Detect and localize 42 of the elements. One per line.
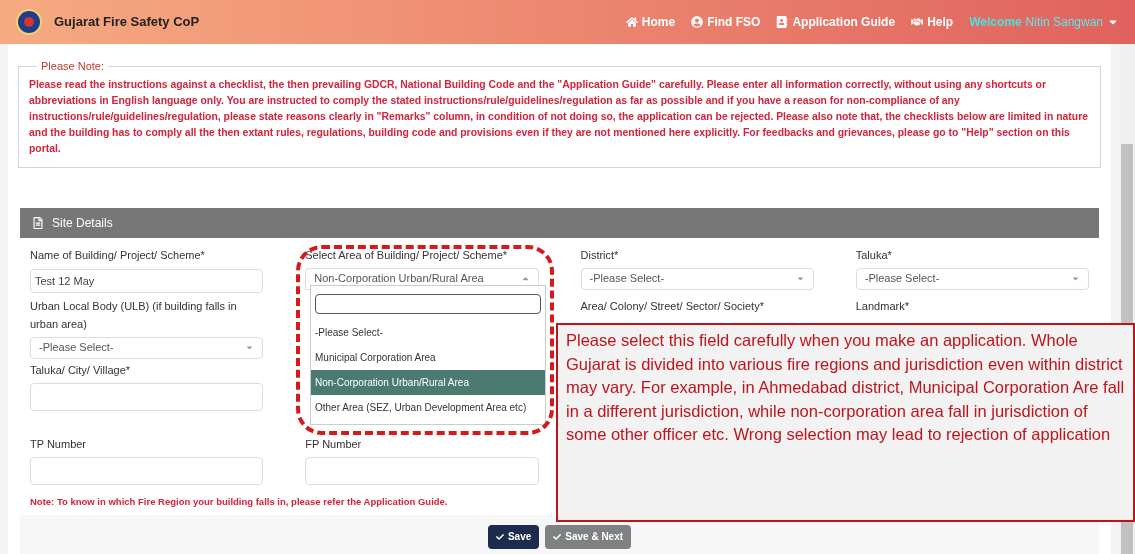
scrollbar-thumb[interactable] [1119, 522, 1135, 554]
field-label: Area/ Colony/ Street/ Sector/ Society* [580, 298, 765, 314]
field-label: Urban Local Body (ULB) (if building falls in urban area) [30, 298, 238, 332]
user-name: Nitin Sangwan [1025, 14, 1103, 31]
brand-title: Gujarat Fire Safety CoP [54, 13, 200, 32]
panel-title: Site Details [52, 214, 113, 232]
note-legend: Please Note: [37, 58, 108, 75]
dropdown-option[interactable]: Non-Corporation Urban/Rural Area [311, 370, 545, 395]
text-field[interactable] [305, 456, 539, 485]
logo-icon [16, 9, 42, 35]
select-field[interactable]: -Please Select- [580, 267, 814, 290]
search-field[interactable] [315, 294, 541, 314]
dropdown-option[interactable]: Other Area (SEZ, Urban Development Area etc) [311, 395, 545, 420]
save-button[interactable]: Save & Next [545, 524, 632, 549]
check-icon [495, 532, 504, 541]
text-field[interactable]: Test 12 May [30, 268, 264, 293]
save-button[interactable]: Save [487, 524, 540, 549]
caret-up-icon [520, 274, 530, 283]
field-label: Name of Building/ Project/ Scheme* [30, 247, 206, 263]
dropdown-option[interactable]: Municipal Corporation Area [311, 345, 545, 370]
home-icon [625, 16, 638, 28]
text-field[interactable] [30, 382, 264, 411]
caret-down-icon [1071, 274, 1080, 283]
callout-text: Please select this field carefully when you make an application. Whole Gujarat is divided into various fire regions and jurisdiction even within district may vary. For example, in Ahmedabad district, Municipal Corporation Are fall in a different jurisdiction, while non-corporation area fall in jurisdiction of some other officer etc. Wrong selection may lead to rejection of application [566, 330, 1125, 445]
select-field[interactable]: -Please Select- [855, 267, 1089, 290]
document-icon [32, 216, 44, 229]
dropdown-option[interactable]: -Please Select- [311, 320, 545, 345]
field-label: FP Number [305, 436, 363, 452]
note-text: Please read the instructions against a checklist, the then prevailing GDCR, National Building Code and the "Application Guide" carefully. Please enter all information correctly, without using any shortcuts or abbreviations in English language only. You are instructed to comply the stated instructions/rule/guidelines/regulation as far as possible and if you have a reason for non-compliance of any instructions/rule/guidelines/regulation, please state reasons clearly in "Remarks" column, in condition of not doing so, the application can be rejected. Please also note that, the checklists below are limited in nature and the building has to comply all the then extant rules, regulations, building code and provisions even if they are not mentioned here explicitly. For feedbacks and grievances, please go to "Help" section on this portal. [29, 77, 1089, 156]
field-label: Landmark* [855, 298, 910, 314]
caret-down-icon [245, 343, 255, 352]
select-field[interactable]: -Please Select- [30, 336, 264, 359]
field-label: Taluka* [855, 247, 893, 263]
check-icon [553, 532, 562, 541]
footnote-text: Note: To know in which Fire Region your building falls in, please refer the Application Guide. [30, 494, 449, 509]
field-label: District* [580, 247, 620, 263]
field-label: Taluka/ City/ Village* [30, 362, 132, 378]
field-label: TP Number [30, 436, 88, 452]
caret-down-icon [795, 274, 805, 283]
welcome-label: Welcome [969, 14, 1022, 31]
field-label: Select Area of Building/ Project/ Scheme* [305, 247, 509, 263]
text-field[interactable] [30, 456, 264, 485]
